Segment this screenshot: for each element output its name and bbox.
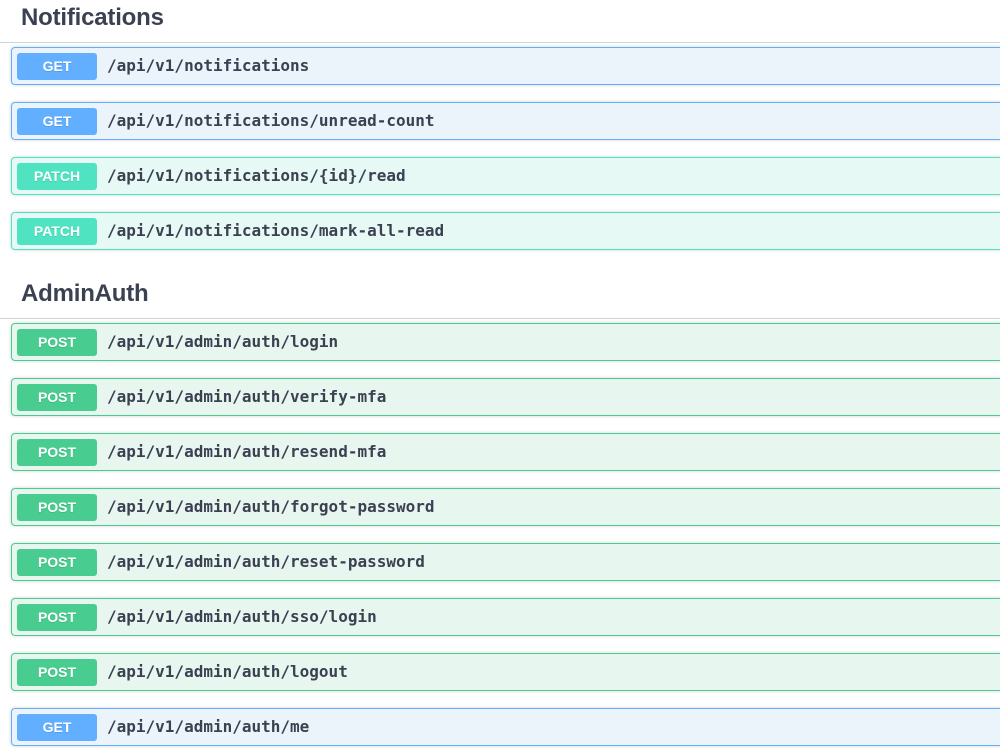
- operation-post-verify-mfa[interactable]: POST /api/v1/admin/auth/verify-mfa: [11, 378, 1000, 416]
- method-badge: POST: [17, 329, 97, 356]
- operation-post-resend-mfa[interactable]: POST /api/v1/admin/auth/resend-mfa: [11, 433, 1000, 471]
- operation-post-login[interactable]: POST /api/v1/admin/auth/login: [11, 323, 1000, 361]
- operation-path: /api/v1/admin/auth/login: [107, 332, 339, 351]
- method-badge: POST: [17, 494, 97, 521]
- operation-patch-read[interactable]: PATCH /api/v1/notifications/{id}/read: [11, 157, 1000, 195]
- operation-get-unread-count[interactable]: GET /api/v1/notifications/unread-count: [11, 102, 1000, 140]
- operation-path: /api/v1/admin/auth/logout: [107, 662, 348, 681]
- method-badge: POST: [17, 549, 97, 576]
- method-badge: GET: [17, 53, 97, 80]
- method-badge: POST: [17, 604, 97, 631]
- operation-get-me[interactable]: GET /api/v1/admin/auth/me: [11, 708, 1000, 746]
- method-badge: GET: [17, 108, 97, 135]
- operation-post-forgot-password[interactable]: POST /api/v1/admin/auth/forgot-password: [11, 488, 1000, 526]
- operation-patch-mark-all-read[interactable]: PATCH /api/v1/notifications/mark-all-rea…: [11, 212, 1000, 250]
- tag-header-adminauth[interactable]: AdminAuth: [0, 276, 1000, 319]
- operation-path: /api/v1/admin/auth/verify-mfa: [107, 387, 387, 406]
- operation-path: /api/v1/admin/auth/reset-password: [107, 552, 425, 571]
- method-badge: GET: [17, 714, 97, 741]
- method-badge: POST: [17, 659, 97, 686]
- method-badge: PATCH: [17, 218, 97, 245]
- method-badge: PATCH: [17, 163, 97, 190]
- operation-get-notifications[interactable]: GET /api/v1/notifications: [11, 47, 1000, 85]
- operation-post-sso-login[interactable]: POST /api/v1/admin/auth/sso/login: [11, 598, 1000, 636]
- operation-post-reset-password[interactable]: POST /api/v1/admin/auth/reset-password: [11, 543, 1000, 581]
- tag-title: AdminAuth: [21, 280, 149, 307]
- operation-path: /api/v1/notifications/{id}/read: [107, 166, 406, 185]
- tag-title: Notifications: [21, 4, 164, 31]
- operation-path: /api/v1/admin/auth/sso/login: [107, 607, 377, 626]
- method-badge: POST: [17, 384, 97, 411]
- method-badge: POST: [17, 439, 97, 466]
- operation-path: /api/v1/notifications: [107, 56, 310, 75]
- operation-path: /api/v1/admin/auth/me: [107, 717, 310, 736]
- operation-post-logout[interactable]: POST /api/v1/admin/auth/logout: [11, 653, 1000, 691]
- tag-header-notifications[interactable]: Notifications: [0, 0, 1000, 43]
- operation-path: /api/v1/notifications/unread-count: [107, 111, 435, 130]
- operation-path: /api/v1/admin/auth/forgot-password: [107, 497, 435, 516]
- operation-path: /api/v1/notifications/mark-all-read: [107, 221, 445, 240]
- operation-path: /api/v1/admin/auth/resend-mfa: [107, 442, 387, 461]
